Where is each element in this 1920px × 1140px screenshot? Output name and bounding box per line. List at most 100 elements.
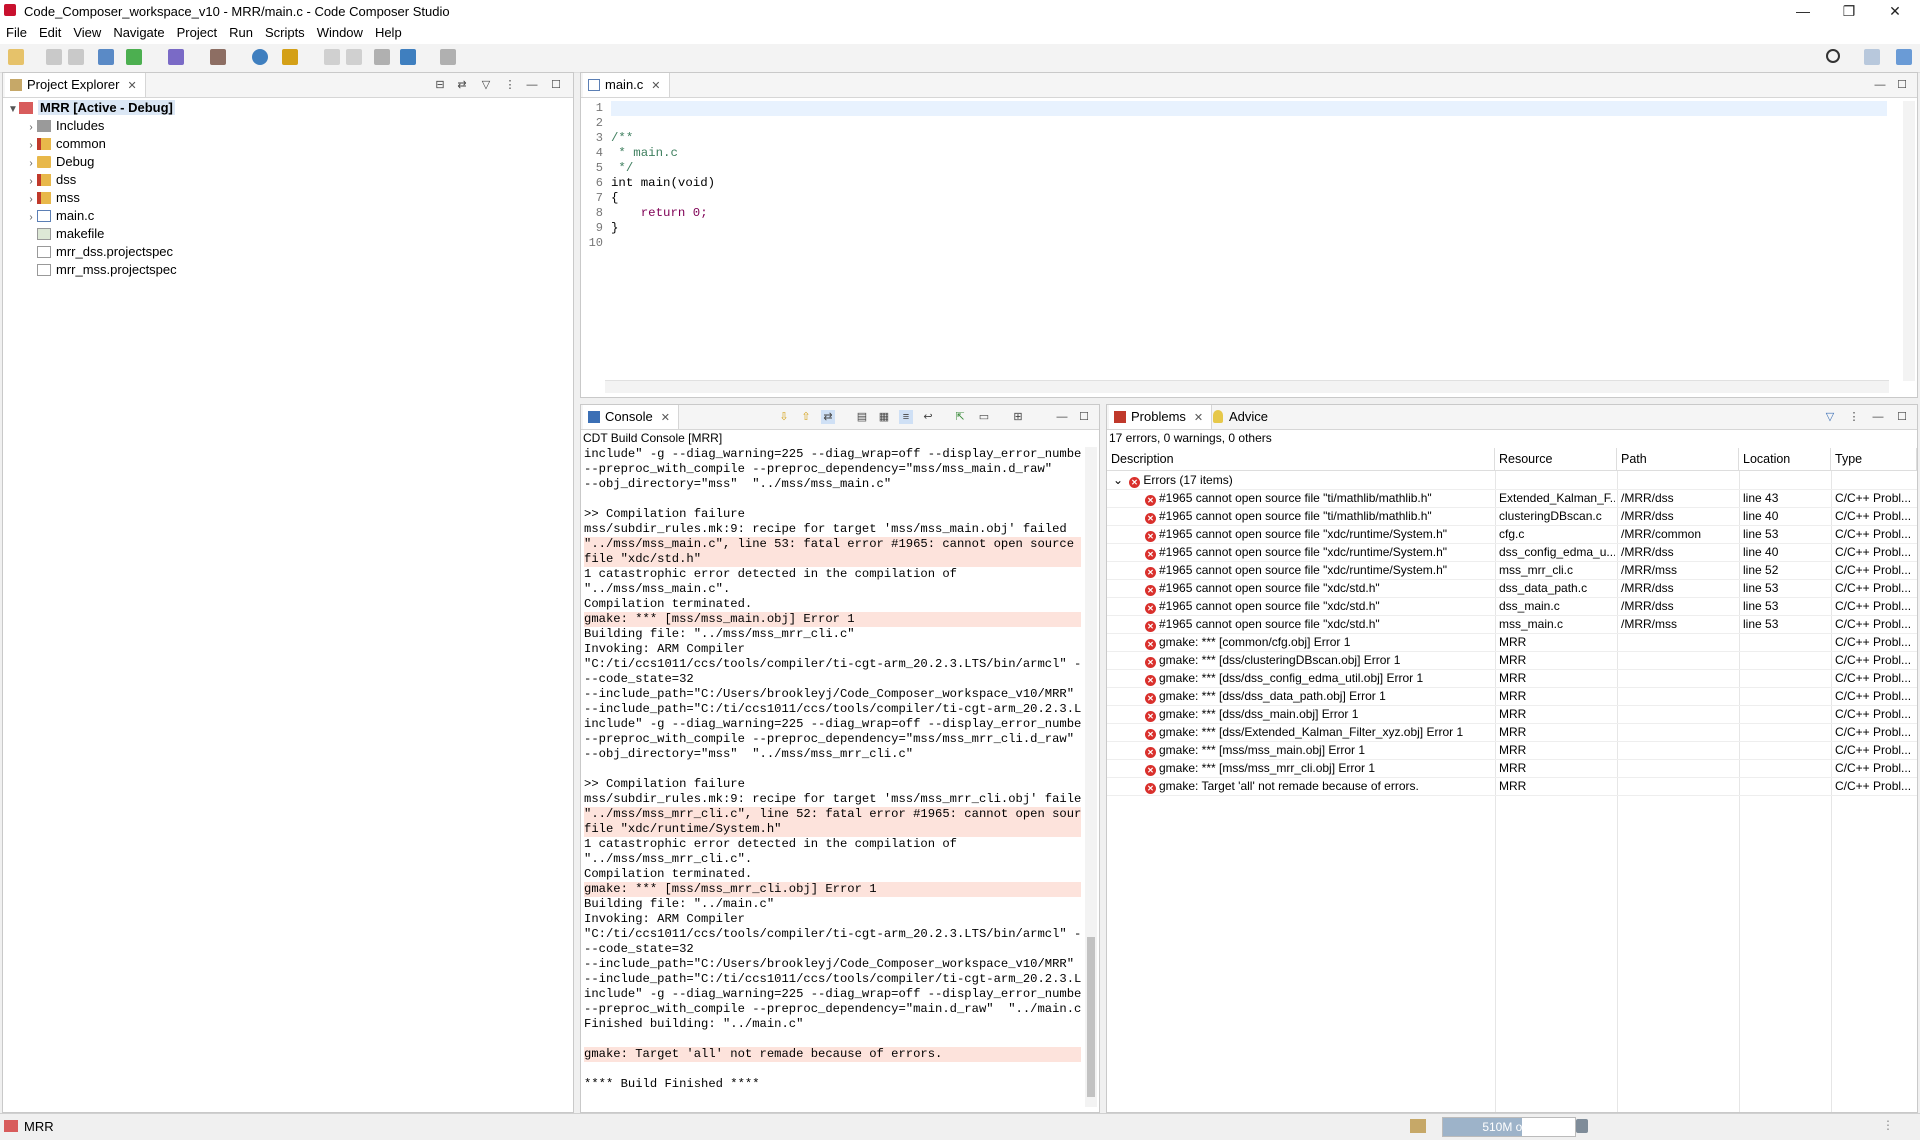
tree-item-mrr-dss-projectspec[interactable]: mrr_dss.projectspec	[37, 243, 173, 261]
problem-row[interactable]: ✕ #1965 cannot open source file "xdc/runt…	[1107, 525, 1917, 544]
error-group-row[interactable]: ⌄ ✕ Errors (17 items)	[1107, 471, 1917, 490]
maximize-view-icon[interactable]: ☐	[1895, 78, 1909, 92]
build-hammer-icon[interactable]	[210, 49, 226, 65]
tab-console[interactable]: Console ✕	[583, 405, 679, 429]
link-console-icon[interactable]: ⇄	[821, 410, 835, 424]
terminal-icon[interactable]	[98, 49, 114, 65]
ccs-edit-perspective-icon[interactable]	[1896, 49, 1912, 65]
column-resource[interactable]: Resource	[1495, 448, 1617, 470]
problem-row[interactable]: ✕ #1965 cannot open source file "ti/mathl…	[1107, 507, 1917, 526]
back-arrow-icon[interactable]	[400, 49, 416, 65]
filter-icon[interactable]: ▽	[1823, 410, 1837, 424]
close-icon[interactable]: ✕	[127, 80, 136, 92]
tree-item-main-c[interactable]: › main.c	[25, 207, 94, 225]
problem-row[interactable]: ✕ #1965 cannot open source file "xdc/std.…	[1107, 579, 1917, 598]
menu-navigate[interactable]: Navigate	[107, 22, 170, 43]
problem-row[interactable]: ✕ gmake: *** [dss/Extended_Kalman_Filter_…	[1107, 723, 1917, 742]
trash-icon[interactable]	[1576, 1119, 1588, 1133]
menu-run[interactable]: Run	[223, 22, 259, 43]
problem-row[interactable]: ✕ gmake: *** [common/cfg.obj] Error 1 MRR C…	[1107, 633, 1917, 652]
vertical-scrollbar[interactable]	[1903, 101, 1915, 381]
maximize-view-icon[interactable]: ☐	[549, 78, 563, 92]
search-toolbar-icon[interactable]	[252, 49, 268, 65]
display-console-icon[interactable]: ▭	[977, 410, 991, 424]
tree-item-makefile[interactable]: makefile	[37, 225, 104, 243]
problem-row[interactable]: ✕ gmake: *** [dss/dss_main.obj] Error 1 MR…	[1107, 705, 1917, 724]
tree-item-debug[interactable]: › Debug	[25, 153, 94, 171]
clear-console-icon[interactable]: ▦	[877, 410, 891, 424]
problem-row[interactable]: ✕ gmake: *** [dss/clusteringDBscan.obj] E…	[1107, 651, 1917, 670]
view-menu-icon[interactable]: ⋮	[503, 78, 517, 92]
tab-main-c[interactable]: main.c ✕	[583, 73, 670, 97]
column-location[interactable]: Location	[1739, 448, 1831, 470]
close-icon[interactable]: ✕	[661, 412, 670, 424]
menu-help[interactable]: Help	[369, 22, 408, 43]
menu-window[interactable]: Window	[311, 22, 369, 43]
annotation-prev-icon[interactable]	[324, 49, 340, 65]
flash-icon[interactable]	[168, 49, 184, 65]
tab-project-explorer[interactable]: Project Explorer ✕	[5, 73, 146, 97]
console-scrollbar[interactable]	[1085, 447, 1097, 1107]
status-menu-icon[interactable]: ⋮	[1882, 1118, 1894, 1132]
tab-problems[interactable]: Problems ✕	[1109, 405, 1213, 429]
horizontal-scrollbar[interactable]	[605, 380, 1889, 393]
tree-item-mrr-mss-projectspec[interactable]: mrr_mss.projectspec	[37, 261, 177, 279]
problem-row[interactable]: ✕ gmake: *** [dss/dss_config_edma_util.ob…	[1107, 669, 1917, 688]
tree-item-dss[interactable]: › dss	[25, 171, 76, 189]
menu-project[interactable]: Project	[171, 22, 223, 43]
tree-root-mrr[interactable]: ▼ MRR [Active - Debug]	[7, 99, 175, 117]
menu-file[interactable]: File	[0, 22, 33, 43]
new-icon[interactable]	[8, 49, 24, 65]
close-icon[interactable]: ✕	[651, 80, 660, 92]
problem-row[interactable]: ✕ gmake: Target 'all' not remade because …	[1107, 777, 1917, 796]
scrollbar-thumb[interactable]	[1087, 937, 1095, 1097]
problem-row[interactable]: ✕ gmake: *** [mss/mss_main.obj] Error 1 MR…	[1107, 741, 1917, 760]
pin-console-icon[interactable]: ⇱	[953, 410, 967, 424]
chevron-right-icon[interactable]: ›	[25, 209, 37, 227]
problem-row[interactable]: ✕ gmake: *** [dss/dss_data_path.obj] Erro…	[1107, 687, 1917, 706]
open-perspective-icon[interactable]	[1864, 49, 1880, 65]
annotation-next-icon[interactable]	[346, 49, 362, 65]
search-icon[interactable]	[1826, 49, 1840, 63]
maximize-view-icon[interactable]: ☐	[1895, 410, 1909, 424]
minimize-view-icon[interactable]: —	[1873, 78, 1887, 92]
copy-build-log-icon[interactable]: ▤	[855, 410, 869, 424]
tree-item-includes[interactable]: › Includes	[25, 117, 104, 135]
last-edit-icon[interactable]	[374, 49, 390, 65]
filter-icon[interactable]: ▽	[479, 78, 493, 92]
previous-error-icon[interactable]: ⇧	[799, 410, 813, 424]
maximize-view-icon[interactable]: ☐	[1077, 410, 1091, 424]
save-all-icon[interactable]	[68, 49, 84, 65]
column-description[interactable]: Description	[1107, 448, 1495, 470]
chevron-down-icon[interactable]: ▼	[7, 101, 19, 119]
column-type[interactable]: Type	[1831, 448, 1917, 470]
column-path[interactable]: Path	[1617, 448, 1739, 470]
scroll-lock-icon[interactable]: ≡	[899, 410, 913, 424]
close-window-button[interactable]: ✕	[1872, 0, 1918, 22]
view-menu-icon[interactable]: ⋮	[1847, 410, 1861, 424]
minimize-view-icon[interactable]: —	[525, 78, 539, 92]
problem-row[interactable]: ✕ #1965 cannot open source file "xdc/runt…	[1107, 543, 1917, 562]
console-output[interactable]: include" -g --diag_warning=225 --diag_wr…	[581, 447, 1099, 1112]
menu-edit[interactable]: Edit	[33, 22, 67, 43]
minimize-button[interactable]: —	[1780, 0, 1826, 22]
open-task-icon[interactable]	[282, 49, 298, 65]
debug-icon[interactable]	[126, 49, 142, 65]
tree-item-mss[interactable]: › mss	[25, 189, 80, 207]
word-wrap-icon[interactable]: ↩	[921, 410, 935, 424]
chevron-down-icon[interactable]: ⌄	[1113, 471, 1123, 489]
collapse-all-icon[interactable]: ⊟	[433, 78, 447, 92]
problem-row[interactable]: ✕ gmake: *** [mss/mss_mrr_cli.obj] Error …	[1107, 759, 1917, 778]
close-icon[interactable]: ✕	[1194, 412, 1203, 424]
link-with-editor-icon[interactable]: ⇄	[455, 78, 469, 92]
problem-row[interactable]: ✕ #1965 cannot open source file "xdc/std.…	[1107, 615, 1917, 634]
restore-button[interactable]: ❐	[1826, 0, 1872, 22]
problem-row[interactable]: ✕ #1965 cannot open source file "ti/mathl…	[1107, 489, 1917, 508]
tree-item-common[interactable]: › common	[25, 135, 106, 153]
menu-view[interactable]: View	[67, 22, 107, 43]
open-console-icon[interactable]: ⊞	[1011, 410, 1025, 424]
next-error-icon[interactable]: ⇩	[777, 410, 791, 424]
save-icon[interactable]	[46, 49, 62, 65]
forward-arrow-icon[interactable]	[440, 49, 456, 65]
heap-status[interactable]: 510M of 8	[1442, 1117, 1576, 1137]
